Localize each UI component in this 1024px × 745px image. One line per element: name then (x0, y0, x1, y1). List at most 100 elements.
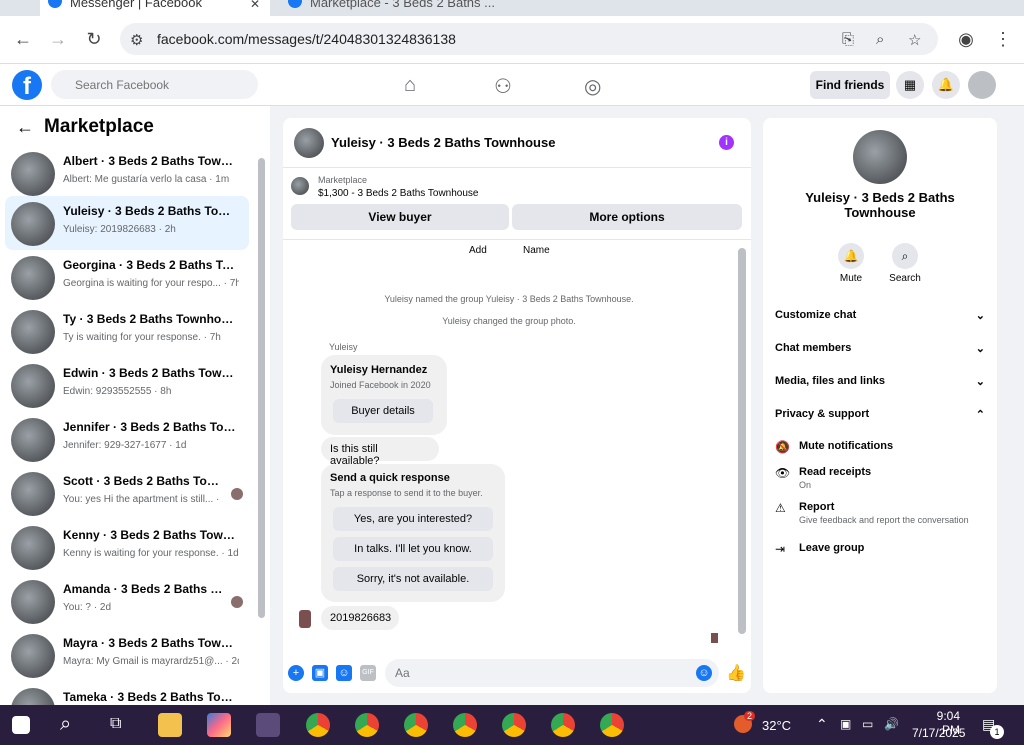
reload-icon[interactable]: ↻ (83, 28, 105, 50)
tab-marketplace[interactable]: Marketplace - 3 Beds 2 Baths ... (280, 0, 520, 16)
groups-icon[interactable]: ◎ (584, 74, 601, 99)
chrome-icon[interactable] (306, 713, 330, 737)
active-app-icon[interactable] (256, 713, 280, 737)
more-options-button[interactable]: More options (512, 204, 742, 230)
back-arrow-icon[interactable]: ← (16, 117, 34, 138)
listing-title[interactable]: $1,300 - 3 Beds 2 Baths Townhouse (318, 188, 478, 199)
system-message: Yuleisy changed the group photo. (442, 316, 576, 326)
menu-grid-icon[interactable]: ▦ (896, 71, 924, 99)
conversation-item[interactable]: Tameka · 3 Beds 2 Baths Townh... (5, 682, 249, 705)
leave-group-item[interactable]: ⇥ Leave group (775, 542, 990, 556)
chrome-icon[interactable] (453, 713, 477, 737)
profile-icon[interactable]: ◉ (955, 28, 977, 50)
conversation-item[interactable]: Albert · 3 Beds 2 Baths Townho... Albert… (5, 146, 249, 200)
search-icon[interactable]: ⌕ (892, 243, 918, 269)
install-app-icon[interactable]: ⎘ (842, 31, 854, 48)
conversation-item[interactable]: Kenny · 3 Beds 2 Baths Townho... Kenny i… (5, 520, 249, 574)
add-member-label[interactable]: Add (469, 245, 487, 256)
conversation-item[interactable]: Scott · 3 Beds 2 Baths Townh... You: yes… (5, 466, 249, 520)
notifications-bell-icon[interactable]: 🔔 (932, 71, 960, 99)
file-explorer-icon[interactable] (158, 713, 182, 737)
buyer-details-button[interactable]: Buyer details (333, 399, 433, 423)
back-icon[interactable]: ← (12, 28, 34, 50)
chat-title[interactable]: Yuleisy · 3 Beds 2 Baths Townhouse (331, 135, 555, 150)
forward-icon[interactable]: → (47, 28, 69, 50)
conversation-item[interactable]: Edwin · 3 Beds 2 Baths Townho... Edwin: … (5, 358, 249, 412)
conversation-item[interactable]: Georgina · 3 Beds 2 Baths Town... Georgi… (5, 250, 249, 304)
chrome-icon[interactable] (551, 713, 575, 737)
quick-response-button[interactable]: Sorry, it's not available. (333, 567, 493, 591)
url-text: facebook.com/messages/t/2404830132483613… (157, 31, 456, 47)
chat-members-section[interactable]: Chat members ⌄ (775, 333, 985, 363)
view-buyer-button[interactable]: View buyer (291, 204, 509, 230)
site-info-icon[interactable]: ⚙ (130, 31, 143, 49)
photo-icon[interactable]: ▣ (312, 665, 328, 681)
conversation-item[interactable]: Ty · 3 Beds 2 Baths Townhouse Ty is wait… (5, 304, 249, 358)
conversation-avatar (11, 580, 55, 624)
group-avatar (853, 130, 907, 184)
facebook-logo[interactable]: f (12, 70, 42, 100)
message-bubble: 2019826683 (321, 606, 399, 630)
copilot-icon[interactable] (207, 713, 231, 737)
bookmark-star-icon[interactable]: ☆ (908, 31, 921, 49)
name-group-label[interactable]: Name (523, 245, 550, 256)
marketplace-label: Marketplace (318, 175, 368, 185)
sticker-icon[interactable]: ☺ (336, 665, 352, 681)
chrome-icon[interactable] (404, 713, 428, 737)
search-icon[interactable]: ⌕ (60, 713, 71, 736)
privacy-support-section[interactable]: Privacy & support ⌃ (775, 399, 985, 429)
close-tab-icon[interactable]: ✕ (250, 0, 260, 11)
plus-icon[interactable]: + (288, 665, 304, 681)
chat-avatar[interactable] (294, 128, 324, 158)
seen-avatar (231, 488, 243, 500)
clock-date[interactable]: 7/17/2025 (912, 726, 965, 740)
chrome-icon[interactable] (355, 713, 379, 737)
message-input[interactable] (385, 659, 719, 687)
windows-taskbar: ⌕ ⧉ 2 32°C ⌃ ▣ ▭ 🔊 9:04 PM 7/17/2025 ▤ 1 (0, 705, 1024, 745)
thumbs-up-icon[interactable]: 👍 (726, 663, 746, 683)
home-icon[interactable]: ⌂ (404, 74, 416, 97)
tray-icon[interactable]: ▣ (840, 717, 851, 731)
temperature[interactable]: 32°C (762, 718, 791, 733)
scrollbar[interactable] (258, 158, 265, 618)
conversation-avatar (11, 256, 55, 300)
quick-response-button[interactable]: In talks. I'll let you know. (333, 537, 493, 561)
network-icon[interactable]: ▭ (862, 717, 873, 731)
chevron-down-icon: ⌄ (975, 309, 985, 322)
chevron-up-icon[interactable]: ⌃ (816, 716, 828, 733)
info-icon[interactable]: i (719, 135, 734, 150)
tab-messenger[interactable]: Messenger | Facebook ✕ (40, 0, 270, 16)
url-field[interactable]: ⚙ facebook.com/messages/t/24048301324836… (120, 23, 938, 55)
account-avatar[interactable] (968, 71, 996, 99)
mute-bell-icon[interactable]: 🔔 (838, 243, 864, 269)
menu-kebab-icon[interactable]: ⋮ (992, 28, 1014, 50)
section-label: Media, files and links (775, 375, 886, 387)
volume-icon[interactable]: 🔊 (884, 717, 899, 731)
mute-notifications-item[interactable]: 🔕 Mute notifications (775, 440, 990, 454)
customize-chat-section[interactable]: Customize chat ⌄ (775, 300, 985, 330)
chrome-icon[interactable] (600, 713, 624, 737)
zoom-icon[interactable]: ⌕ (876, 31, 884, 48)
facebook-search-input[interactable] (51, 70, 258, 99)
report-item[interactable]: ⚠ Report Give feedback and report the co… (775, 501, 990, 525)
find-friends-button[interactable]: Find friends (810, 71, 890, 99)
windows-start-icon[interactable] (12, 716, 30, 734)
chrome-icon[interactable] (502, 713, 526, 737)
system-message: Yuleisy named the group Yuleisy · 3 Beds… (384, 294, 634, 304)
facebook-header: f ⌕ ⌂ ⚇ ◎ Find friends ▦ 🔔 (0, 64, 1024, 106)
conversation-item[interactable]: Amanda · 3 Beds 2 Baths Tow... You: ? · … (5, 574, 249, 628)
conversation-item[interactable]: Jennifer · 3 Beds 2 Baths Townh... Jenni… (5, 412, 249, 466)
quick-response-button[interactable]: Yes, are you interested? (333, 507, 493, 531)
gif-icon[interactable]: GIF (360, 665, 376, 681)
task-view-icon[interactable]: ⧉ (110, 715, 121, 733)
chevron-down-icon: ⌄ (975, 375, 985, 388)
friends-icon[interactable]: ⚇ (494, 74, 512, 99)
read-receipts-item[interactable]: 👁 Read receipts On (775, 466, 990, 490)
leave-icon: ⇥ (775, 542, 786, 556)
conversation-item[interactable]: Mayra · 3 Beds 2 Baths Townho... Mayra: … (5, 628, 249, 682)
emoji-icon[interactable]: ☺ (696, 665, 712, 681)
scrollbar[interactable] (738, 248, 746, 634)
media-files-section[interactable]: Media, files and links ⌄ (775, 366, 985, 396)
conversation-item[interactable]: Yuleisy · 3 Beds 2 Baths Townho... Yulei… (5, 196, 249, 250)
conversation-preview: Ty is waiting for your response. · 7h (63, 332, 221, 343)
